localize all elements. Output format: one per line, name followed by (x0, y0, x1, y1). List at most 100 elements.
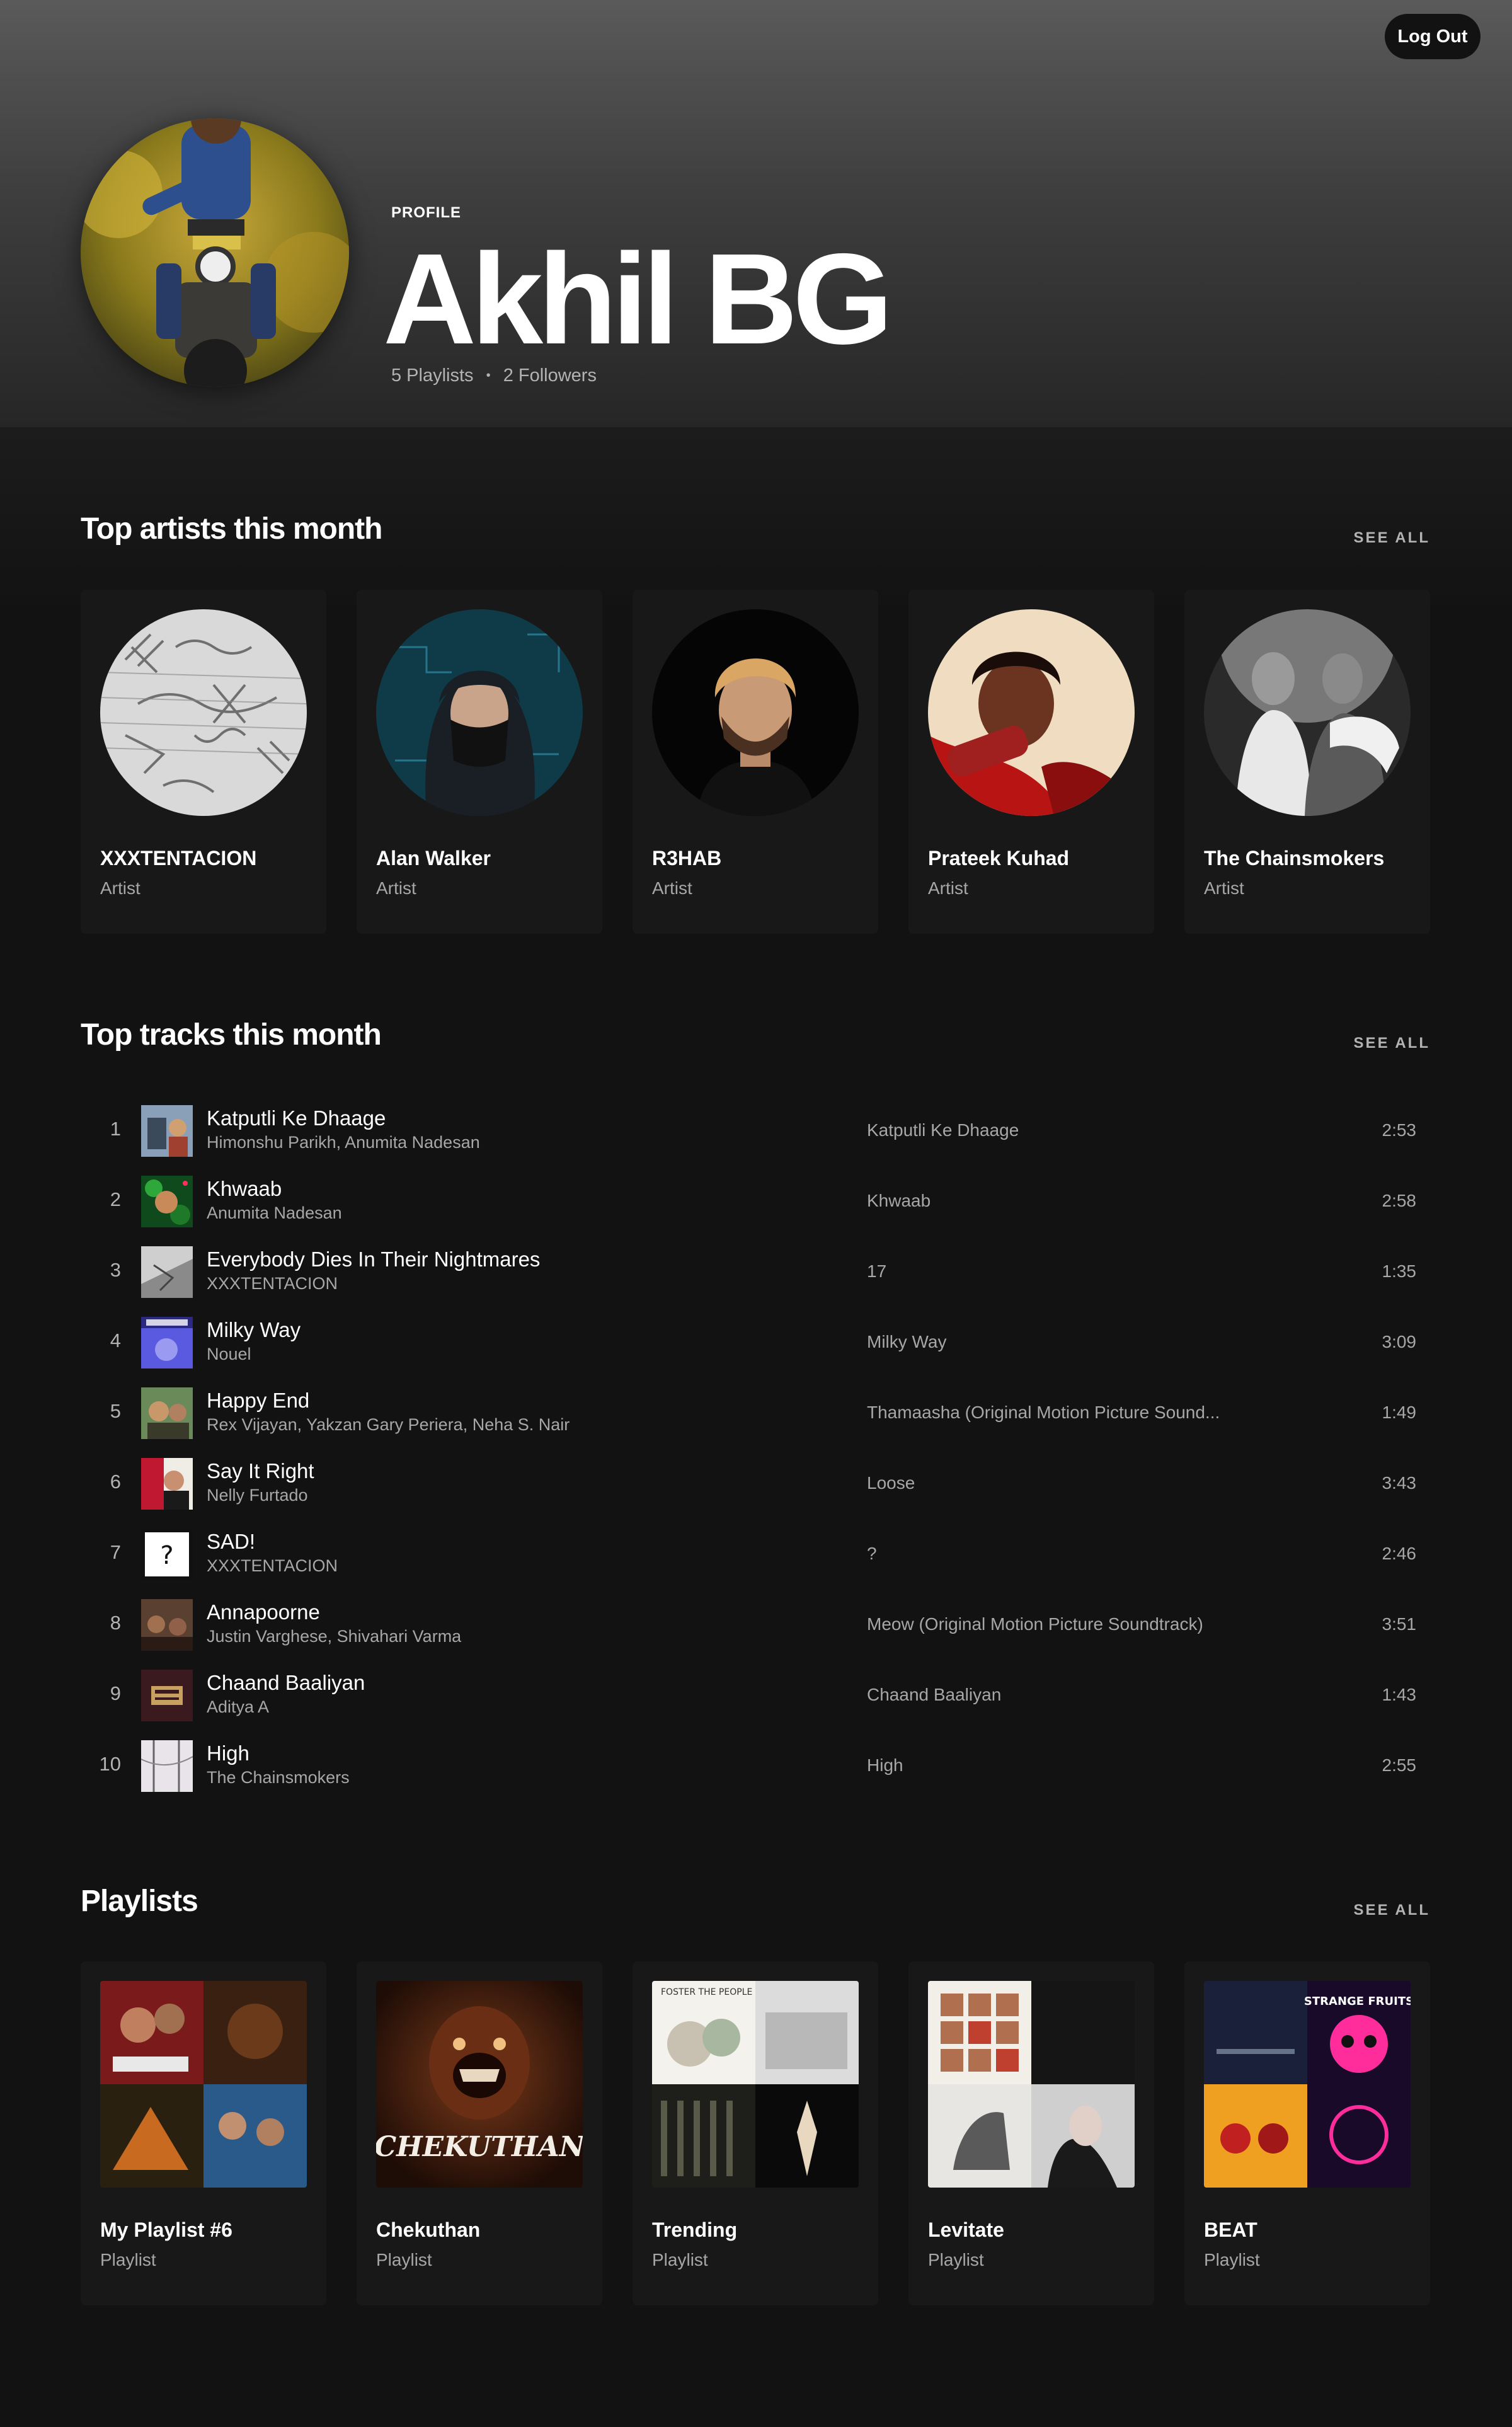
track-artist[interactable]: The Chainsmokers (207, 1768, 350, 1787)
artist-card[interactable]: Alan Walker Artist (357, 590, 602, 934)
playlist-card[interactable]: My Playlist #6 Playlist (81, 1961, 326, 2305)
track-album[interactable]: Thamaasha (Original Motion Picture Sound… (867, 1403, 1220, 1423)
playlists-title[interactable]: Playlists (81, 1884, 198, 1919)
track-album[interactable]: 17 (867, 1261, 886, 1282)
artist-card[interactable]: Prateek Kuhad Artist (908, 590, 1154, 934)
track-title[interactable]: Milky Way (207, 1318, 301, 1342)
track-row[interactable]: 5 Happy End Rex Vijayan, Yakzan Gary Per… (81, 1379, 1431, 1449)
track-artist[interactable]: XXXTENTACION (207, 1274, 338, 1294)
track-title[interactable]: High (207, 1741, 249, 1765)
playlists-row: My Playlist #6 Playlist CHEKUTHAN Chekut… (81, 1961, 1430, 2305)
track-cover: ? (141, 1529, 193, 1580)
artist-card[interactable]: XXXTENTACION Artist (81, 590, 326, 934)
playlist-type: Playlist (928, 2250, 984, 2269)
top-artists-see-all[interactable]: SEE ALL (1354, 529, 1430, 547)
artist-image (1204, 609, 1411, 816)
playlist-card[interactable]: CHEKUTHAN Chekuthan Playlist (357, 1961, 602, 2305)
artist-type: Artist (928, 878, 968, 898)
svg-text:STRANGE FRUITS: STRANGE FRUITS (1304, 1995, 1411, 2008)
profile-avatar (81, 118, 349, 387)
playlist-card[interactable]: STRANGE FRUITS BEAT Playlist (1184, 1961, 1430, 2305)
track-artist[interactable]: Nouel (207, 1345, 251, 1364)
track-album[interactable]: Katputli Ke Dhaage (867, 1120, 1019, 1140)
playlist-card[interactable]: FOSTER THE PEOPLE Trending Playlist (633, 1961, 878, 2305)
artist-image (928, 609, 1135, 816)
track-title[interactable]: Annapoorne (207, 1600, 320, 1624)
track-album[interactable]: ? (867, 1544, 877, 1564)
artist-card[interactable]: R3HAB Artist (633, 590, 878, 934)
track-number: 10 (99, 1753, 121, 1775)
track-album[interactable]: Meow (Original Motion Picture Soundtrack… (867, 1614, 1203, 1634)
track-album[interactable]: Milky Way (867, 1332, 947, 1352)
track-row[interactable]: 1 Katputli Ke Dhaage Himonshu Parikh, An… (81, 1096, 1431, 1167)
top-artists-row: XXXTENTACION Artist Alan Walker Artist R… (81, 590, 1430, 934)
profile-type-label: PROFILE (391, 204, 462, 221)
track-row[interactable]: 6 Say It Right Nelly Furtado Loose 3:43 (81, 1449, 1431, 1520)
artist-name[interactable]: XXXTENTACION (100, 847, 256, 870)
playlist-name[interactable]: Trending (652, 2218, 737, 2242)
playlist-card[interactable]: Levitate Playlist (908, 1961, 1154, 2305)
playlist-name[interactable]: Levitate (928, 2218, 1004, 2242)
playlists-count: 5 Playlists (391, 365, 474, 386)
top-tracks-see-all[interactable]: SEE ALL (1354, 1035, 1430, 1052)
track-artist[interactable]: Himonshu Parikh, Anumita Nadesan (207, 1133, 480, 1152)
track-row[interactable]: 3 Everybody Dies In Their Nightmares XXX… (81, 1237, 1431, 1308)
track-duration: 2:46 (1382, 1544, 1417, 1563)
track-row[interactable]: 7 ? SAD! XXXTENTACION ? 2:46 (81, 1520, 1431, 1590)
track-cover (141, 1387, 193, 1439)
playlists-see-all[interactable]: SEE ALL (1354, 1902, 1430, 1919)
playlist-cover: STRANGE FRUITS (1204, 1981, 1411, 2188)
track-album[interactable]: Loose (867, 1473, 915, 1493)
track-cover (141, 1458, 193, 1510)
artist-name[interactable]: R3HAB (652, 847, 721, 870)
track-artist[interactable]: Anumita Nadesan (207, 1203, 342, 1223)
playlist-name[interactable]: BEAT (1204, 2218, 1257, 2242)
followers-count[interactable]: 2 Followers (503, 365, 597, 386)
track-duration: 2:58 (1382, 1191, 1417, 1210)
track-row[interactable]: 4 Milky Way Nouel Milky Way 3:09 (81, 1308, 1431, 1379)
track-number: 5 (110, 1400, 121, 1422)
track-title[interactable]: Katputli Ke Dhaage (207, 1106, 386, 1130)
track-album[interactable]: Khwaab (867, 1191, 931, 1211)
stats-separator: • (486, 369, 491, 382)
track-artist[interactable]: Aditya A (207, 1697, 269, 1717)
artist-image (376, 609, 583, 816)
track-album[interactable]: Chaand Baaliyan (867, 1685, 1001, 1705)
track-title[interactable]: Khwaab (207, 1177, 282, 1201)
playlist-name[interactable]: My Playlist #6 (100, 2218, 232, 2242)
track-artist[interactable]: XXXTENTACION (207, 1556, 338, 1576)
track-duration: 3:43 (1382, 1473, 1417, 1493)
track-artist[interactable]: Rex Vijayan, Yakzan Gary Periera, Neha S… (207, 1415, 570, 1435)
track-title[interactable]: SAD! (207, 1530, 255, 1554)
track-row[interactable]: 9 Chaand Baaliyan Aditya A Chaand Baaliy… (81, 1661, 1431, 1731)
track-title[interactable]: Happy End (207, 1389, 309, 1413)
track-artist[interactable]: Nelly Furtado (207, 1486, 308, 1505)
track-number: 1 (110, 1118, 121, 1140)
track-row[interactable]: 8 Annapoorne Justin Varghese, Shivahari … (81, 1590, 1431, 1661)
playlist-cover: CHEKUTHAN (376, 1981, 583, 2188)
track-row[interactable]: 10 High The Chainsmokers High 2:55 (81, 1731, 1431, 1802)
playlist-name[interactable]: Chekuthan (376, 2218, 480, 2242)
track-list: 1 Katputli Ke Dhaage Himonshu Parikh, An… (81, 1096, 1431, 1802)
track-cover (141, 1105, 193, 1157)
top-tracks-title[interactable]: Top tracks this month (81, 1018, 382, 1052)
artist-name[interactable]: The Chainsmokers (1204, 847, 1384, 870)
track-row[interactable]: 2 Khwaab Anumita Nadesan Khwaab 2:58 (81, 1167, 1431, 1237)
motorcycle-photo (81, 118, 349, 387)
profile-name: Akhil BG (383, 227, 893, 371)
track-duration: 1:43 (1382, 1685, 1417, 1704)
track-cover (141, 1740, 193, 1792)
track-title[interactable]: Everybody Dies In Their Nightmares (207, 1248, 540, 1271)
artist-name[interactable]: Prateek Kuhad (928, 847, 1069, 870)
artist-image (652, 609, 859, 816)
artist-name[interactable]: Alan Walker (376, 847, 491, 870)
artist-card[interactable]: The Chainsmokers Artist (1184, 590, 1430, 934)
track-artist[interactable]: Justin Varghese, Shivahari Varma (207, 1627, 461, 1646)
logout-button[interactable]: Log Out (1385, 14, 1480, 59)
track-number: 2 (110, 1188, 121, 1210)
track-number: 4 (110, 1329, 121, 1351)
top-artists-title[interactable]: Top artists this month (81, 512, 382, 546)
track-title[interactable]: Chaand Baaliyan (207, 1671, 365, 1695)
track-album[interactable]: High (867, 1755, 903, 1776)
track-title[interactable]: Say It Right (207, 1459, 314, 1483)
